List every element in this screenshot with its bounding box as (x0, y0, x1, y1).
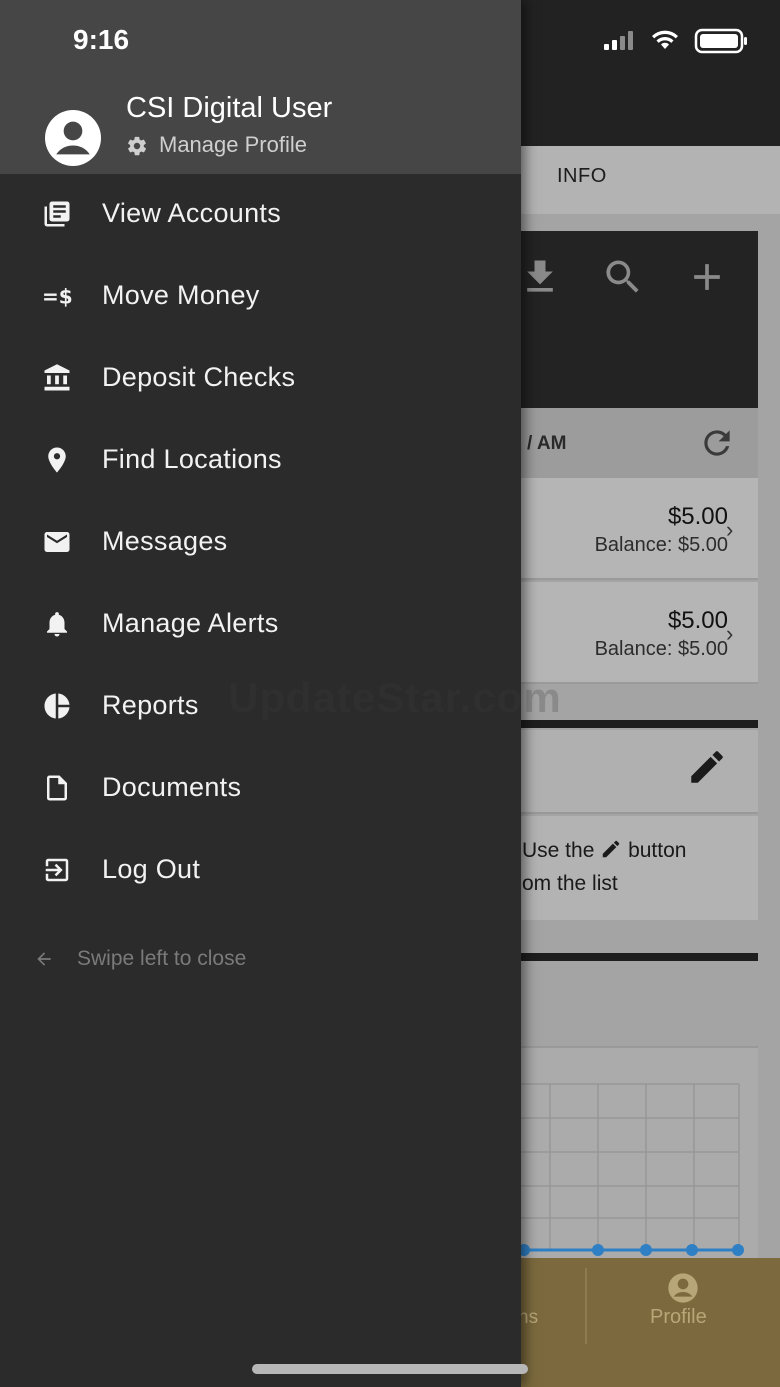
location-pin-icon (48, 447, 66, 473)
hint-text-line-1: Use the button (522, 838, 686, 863)
menu-label: View Accounts (102, 198, 282, 228)
search-icon[interactable] (601, 255, 645, 299)
menu-item-manage-alerts[interactable]: Manage Alerts (0, 584, 521, 666)
profile-icon[interactable] (667, 1272, 699, 1304)
menu-label: Find Locations (102, 444, 282, 474)
home-indicator (252, 1364, 528, 1374)
chart-point (592, 1244, 604, 1256)
menu-item-view-accounts[interactable]: View Accounts (0, 174, 521, 256)
menu-item-documents[interactable]: Documents (0, 748, 521, 830)
document-icon (47, 775, 67, 801)
hint-text-line-2: om the list (522, 872, 618, 895)
watermark: UpdateStar.com (228, 674, 562, 721)
menu-label: Reports (102, 690, 199, 720)
avatar[interactable] (45, 110, 101, 166)
cellular-signal-icon (604, 31, 633, 50)
account-amount: $5.00 (667, 503, 728, 530)
swipe-hint-label: Swipe left to close (77, 947, 247, 970)
refresh-icon[interactable] (698, 424, 736, 462)
menu-label: Move Money (102, 280, 260, 310)
section-divider (500, 953, 758, 961)
tab-divider (585, 1268, 587, 1344)
chart-point (686, 1244, 698, 1256)
menu-item-messages[interactable]: Messages (0, 502, 521, 584)
logout-icon (45, 858, 69, 882)
menu-label: Messages (102, 526, 228, 556)
gear-icon (128, 136, 146, 156)
hint-text-a: Use the (522, 839, 595, 862)
download-icon[interactable] (518, 255, 562, 299)
manage-profile-label: Manage Profile (159, 132, 307, 157)
battery-icon (694, 28, 747, 54)
wifi-icon (652, 30, 678, 49)
account-balance: Balance: $5.00 (594, 638, 728, 660)
pencil-inline-icon (602, 840, 620, 858)
bottom-tab-bar (500, 1258, 780, 1387)
chevron-right-icon: › (726, 517, 734, 542)
pie-chart-icon (44, 693, 70, 719)
envelope-icon (44, 532, 70, 552)
tab-info[interactable]: INFO (557, 165, 607, 188)
bank-icon (44, 364, 70, 391)
pencil-icon[interactable] (686, 746, 728, 788)
accounts-list-icon (44, 201, 70, 227)
menu-label: Manage Alerts (102, 608, 279, 638)
status-icons (604, 28, 747, 54)
account-balance: Balance: $5.00 (594, 534, 728, 556)
menu-item-deposit-checks[interactable]: Deposit Checks (0, 338, 521, 420)
last-updated-text: / AM (527, 433, 567, 454)
svg-text:=$: =$ (42, 285, 72, 309)
menu-item-log-out[interactable]: Log Out (0, 830, 521, 912)
menu-item-find-locations[interactable]: Find Locations (0, 420, 521, 502)
arrow-left-icon (37, 952, 51, 966)
chart-point (640, 1244, 652, 1256)
menu-label: Log Out (102, 854, 201, 884)
line-chart (500, 1083, 744, 1256)
menu-label: Deposit Checks (102, 362, 296, 392)
hint-text-b: button (628, 839, 687, 862)
bell-icon (47, 612, 67, 637)
chevron-right-icon: › (726, 621, 734, 646)
bottom-tab-profile[interactable]: Profile (650, 1306, 707, 1329)
hint-card (500, 816, 758, 920)
account-amount: $5.00 (667, 607, 728, 634)
chart-point (732, 1244, 744, 1256)
menu-item-move-money[interactable]: =$ Move Money (0, 256, 521, 338)
status-time: 9:16 (73, 24, 130, 55)
add-icon[interactable] (685, 255, 729, 299)
menu-label: Documents (102, 772, 242, 802)
bottom-tab-partial[interactable]: ns (518, 1307, 538, 1329)
user-name: CSI Digital User (126, 92, 333, 124)
transfer-dollar-icon: =$ (42, 285, 72, 309)
